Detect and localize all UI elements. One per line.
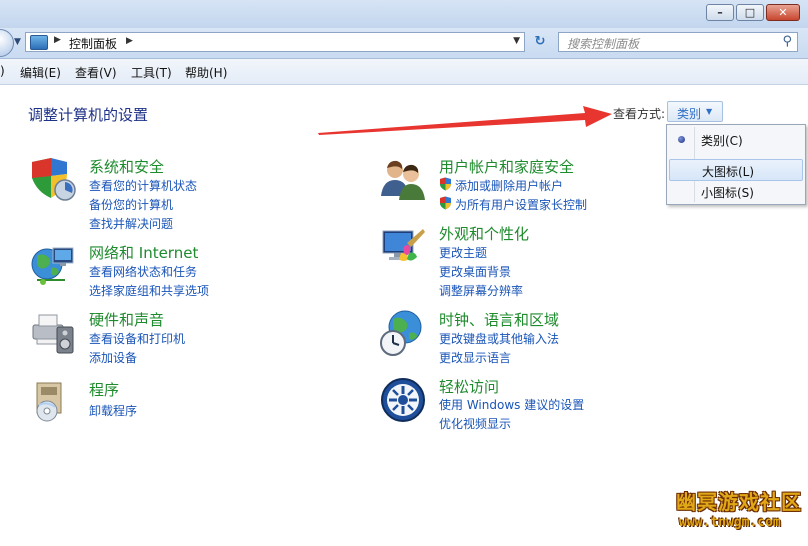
title-bar: – □ ✕ bbox=[0, 0, 808, 28]
category-title[interactable]: 轻松访问 bbox=[439, 376, 499, 397]
link-change-desktop-background[interactable]: 更改桌面背景 bbox=[439, 263, 511, 280]
category-title[interactable]: 网络和 Internet bbox=[89, 242, 198, 263]
network-icon bbox=[31, 247, 74, 285]
search-input[interactable]: 搜索控制面板 ⚲ bbox=[558, 32, 798, 52]
link-add-device[interactable]: 添加设备 bbox=[89, 349, 137, 366]
menu-bar: ) 编辑(E) 查看(V) 工具(T) 帮助(H) bbox=[0, 59, 808, 85]
link-view-network-status[interactable]: 查看网络状态和任务 bbox=[89, 263, 197, 280]
link-parental-controls[interactable]: 为所有用户设置家长控制 bbox=[455, 196, 587, 213]
menu-item-label: 大图标(L) bbox=[702, 165, 755, 179]
link-change-display-language[interactable]: 更改显示语言 bbox=[439, 349, 511, 366]
menu-item-small-icons[interactable]: 小图标(S) bbox=[669, 181, 803, 203]
uac-shield-icon bbox=[440, 177, 451, 191]
selected-bullet-icon bbox=[678, 136, 685, 143]
maximize-button[interactable]: □ bbox=[736, 4, 764, 21]
category-title[interactable]: 外观和个性化 bbox=[439, 223, 529, 244]
link-add-remove-accounts[interactable]: 添加或删除用户帐户 bbox=[455, 177, 563, 194]
category-title[interactable]: 时钟、语言和区域 bbox=[439, 309, 559, 330]
link-uninstall-program[interactable]: 卸载程序 bbox=[89, 402, 137, 419]
uac-shield-icon bbox=[440, 196, 451, 210]
menu-file-partial[interactable]: ) bbox=[0, 64, 5, 78]
system-security-icon bbox=[32, 158, 76, 201]
control-panel-icon bbox=[30, 35, 48, 50]
category-title[interactable]: 硬件和声音 bbox=[89, 309, 164, 330]
menu-item-large-icons[interactable]: 大图标(L) bbox=[669, 159, 803, 181]
menu-help[interactable]: 帮助(H) bbox=[185, 64, 227, 81]
user-accounts-icon bbox=[381, 160, 425, 200]
annotation-arrow-icon bbox=[318, 106, 612, 135]
breadcrumb-chevron-icon[interactable]: ▶ bbox=[126, 36, 133, 46]
category-title[interactable]: 程序 bbox=[89, 379, 119, 400]
clock-language-icon bbox=[380, 310, 422, 356]
maximize-icon: □ bbox=[744, 6, 756, 19]
link-adjust-resolution[interactable]: 调整屏幕分辨率 bbox=[439, 282, 523, 299]
menu-view[interactable]: 查看(V) bbox=[75, 64, 117, 81]
link-windows-recommended-settings[interactable]: 使用 Windows 建议的设置 bbox=[439, 396, 584, 413]
menu-item-category[interactable]: 类别(C) bbox=[669, 129, 803, 151]
address-bar[interactable]: ▶ 控制面板 ▶ ▼ bbox=[25, 32, 525, 52]
category-title[interactable]: 用户帐户和家庭安全 bbox=[439, 156, 574, 177]
minimize-icon: – bbox=[717, 6, 723, 19]
link-optimize-display[interactable]: 优化视频显示 bbox=[439, 415, 511, 432]
minimize-button[interactable]: – bbox=[706, 4, 734, 21]
view-by-menu: 类别(C) 大图标(L) 小图标(S) bbox=[666, 124, 806, 205]
watermark-logo: 幽冥游戏社区 bbox=[676, 490, 802, 514]
recent-pages-dropdown-icon[interactable]: ▼ bbox=[14, 37, 21, 47]
close-button[interactable]: ✕ bbox=[766, 4, 800, 21]
link-homegroup-sharing[interactable]: 选择家庭组和共享选项 bbox=[89, 282, 209, 299]
menu-tools[interactable]: 工具(T) bbox=[131, 64, 172, 81]
search-icon[interactable]: ⚲ bbox=[782, 34, 792, 49]
menu-edit[interactable]: 编辑(E) bbox=[20, 64, 61, 81]
view-by-button[interactable]: 类别 ▼ bbox=[667, 101, 723, 122]
menu-item-label: 类别(C) bbox=[701, 134, 743, 148]
link-view-computer-status[interactable]: 查看您的计算机状态 bbox=[89, 177, 197, 194]
link-backup-computer[interactable]: 备份您的计算机 bbox=[89, 196, 173, 213]
search-placeholder: 搜索控制面板 bbox=[567, 37, 640, 51]
back-button[interactable] bbox=[0, 29, 14, 57]
chevron-down-icon: ▼ bbox=[706, 107, 713, 116]
close-icon: ✕ bbox=[778, 6, 788, 19]
hardware-sound-icon bbox=[32, 314, 74, 354]
watermark-url: www.tnwgm.com bbox=[679, 515, 781, 530]
view-by-value: 类别 bbox=[677, 107, 702, 121]
view-by-label: 查看方式: bbox=[613, 107, 666, 121]
refresh-icon[interactable]: ↻ bbox=[528, 32, 552, 52]
navigation-bar: ▼ ▶ 控制面板 ▶ ▼ ↻ 搜索控制面板 ⚲ bbox=[0, 28, 808, 59]
programs-icon bbox=[36, 382, 62, 422]
address-dropdown-icon[interactable]: ▼ bbox=[513, 36, 520, 46]
window-controls: – □ ✕ bbox=[706, 4, 800, 21]
link-change-theme[interactable]: 更改主题 bbox=[439, 244, 487, 261]
link-find-fix-problems[interactable]: 查找并解决问题 bbox=[89, 215, 173, 232]
category-title[interactable]: 系统和安全 bbox=[89, 156, 164, 177]
breadcrumb-control-panel[interactable]: 控制面板 bbox=[69, 35, 117, 52]
link-view-devices-printers[interactable]: 查看设备和打印机 bbox=[89, 330, 185, 347]
appearance-icon bbox=[382, 229, 425, 261]
page-title: 调整计算机的设置 bbox=[28, 106, 149, 124]
breadcrumb-chevron-icon[interactable]: ▶ bbox=[54, 35, 61, 45]
link-change-keyboard-input[interactable]: 更改键盘或其他输入法 bbox=[439, 330, 559, 347]
ease-of-access-icon bbox=[381, 378, 425, 422]
menu-item-label: 小图标(S) bbox=[701, 186, 754, 200]
